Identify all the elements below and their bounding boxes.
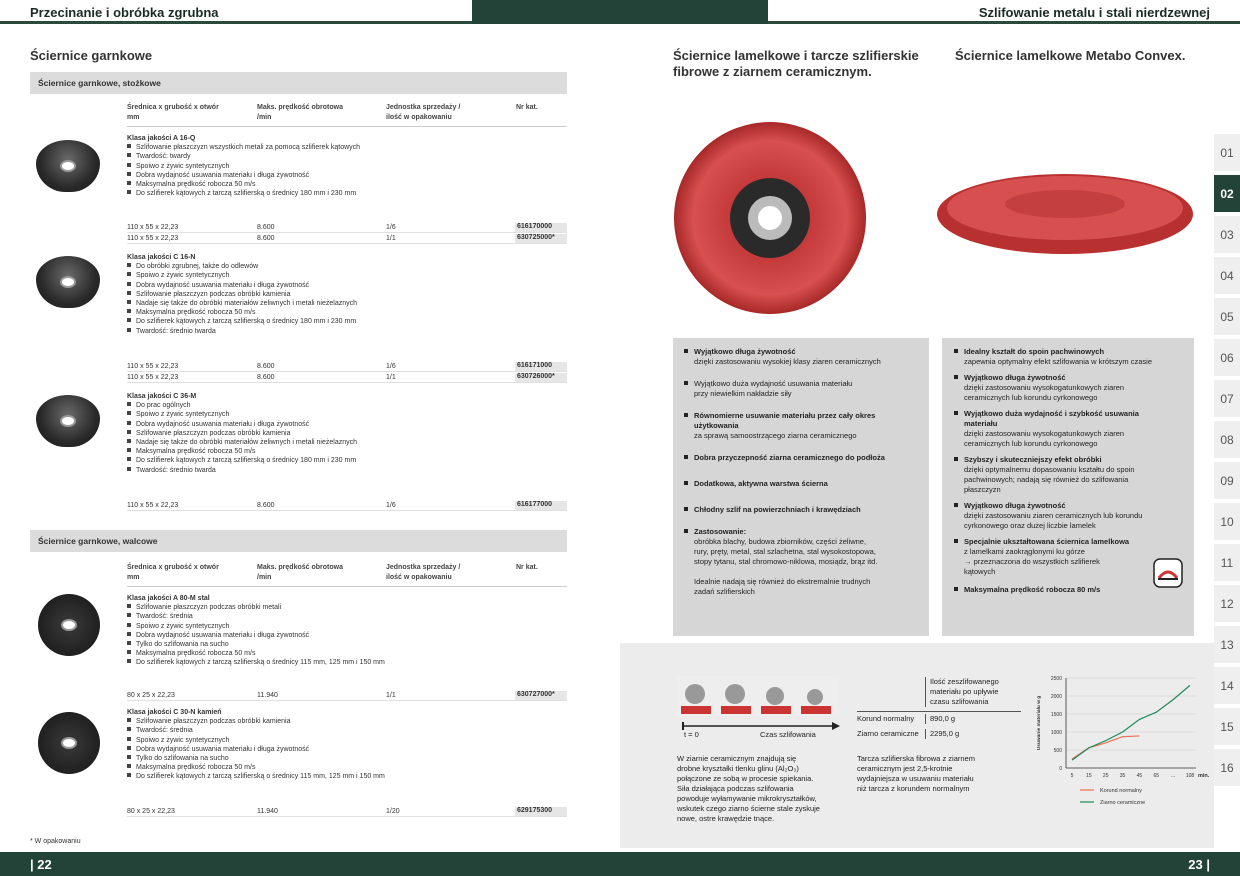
page-number-right: 23 |	[1188, 857, 1210, 872]
flap-disc-image	[674, 122, 866, 314]
y-tick-label: 1500	[1051, 712, 1062, 718]
x-tick-label: 35	[1120, 773, 1126, 779]
col-header-catalog: Nr kat.	[516, 564, 538, 571]
left-page-title: Ściernice garnkowe	[30, 48, 153, 63]
table-row: 110 x 55 x 22,23 8.600 1/6 616177000	[127, 501, 567, 511]
col-header-speed: Maks. prędkość obrotowa/min	[257, 104, 343, 121]
table-row-value: 890,0 g	[925, 714, 955, 724]
table-row-label: Korund normalny	[857, 714, 915, 723]
col-header-unit: Jednostka sprzedaży / ilość w opakowaniu	[386, 104, 461, 121]
col-header-unit: Jednostka sprzedaży / ilość w opakowaniu	[386, 564, 461, 581]
tab-01[interactable]: 01	[1214, 134, 1240, 172]
y-tick-label: 1000	[1051, 730, 1062, 736]
footnote: * W opakowaniu	[30, 838, 81, 845]
section-band-cylindrical: Ściernice garnkowe, walcowe	[30, 530, 567, 552]
col-header-dimension: Średnica x grubość x otwór mm	[127, 564, 219, 581]
comparison-description: Tarcza szlifierska fibrowa z ziarnem cera…	[857, 754, 975, 793]
tab-11[interactable]: 11	[1214, 544, 1240, 582]
y-axis-label: Usuwanie materiału w g	[1036, 696, 1042, 750]
table-row: 80 x 25 x 22,23 11.940 1/1 630727000*	[127, 691, 567, 701]
header-right-title: Szlifowanie metalu i stali nierdzewnej	[978, 5, 1210, 20]
tab-09[interactable]: 09	[1214, 462, 1240, 500]
removal-line-chart: 0 500 1000 1500 2000 2500 5 15 25 35 45 65... 108 min…	[1036, 676, 1210, 806]
tab-13[interactable]: 13	[1214, 626, 1240, 664]
cup-wheel-image	[38, 594, 100, 656]
product-block: Klasa jakości C 36-M Do prac ogólnych Sp…	[127, 392, 567, 475]
tab-06[interactable]: 06	[1214, 339, 1240, 377]
x-tick-label: 15	[1086, 773, 1092, 779]
tab-16[interactable]: 16	[1214, 749, 1240, 787]
cup-wheel-image	[38, 712, 100, 774]
series-line-ceramic	[1071, 684, 1191, 761]
divider	[857, 711, 1021, 712]
timeline-end-label: Czas szlifowania	[760, 730, 816, 739]
cup-wheel-image	[36, 395, 100, 447]
col-header-dimension: Średnica x grubość x otwór mm	[127, 104, 219, 121]
right-section-title: Ściernice lamelkowe Metabo Convex.	[955, 48, 1186, 63]
product-block: Klasa jakości A 16-Q Szlifowanie płaszcz…	[127, 134, 567, 198]
feature-list: Wyjątkowo długa żywotność dzięki zastoso…	[684, 347, 922, 597]
product-block: Klasa jakości A 80-M stal Szlifowanie pł…	[127, 594, 567, 668]
timeline-start-label: t = 0	[684, 730, 699, 739]
product-block: Klasa jakości C 30-N kamień Szlifowanie …	[127, 708, 567, 782]
tab-08[interactable]: 08	[1214, 421, 1240, 459]
y-tick-label: 500	[1054, 748, 1063, 754]
y-tick-label: 0	[1059, 766, 1062, 772]
table-row-label: Ziarno ceramiczne	[857, 729, 919, 738]
section-band-conical: Ściernice garnkowe, stożkowe	[30, 72, 567, 94]
page-number-left: | 22	[30, 857, 52, 872]
table-row: 110 x 55 x 22,23 8.600 1/1 630725000*	[127, 234, 567, 244]
mid-section-title: Ściernice lamelkowe i tarcze szlifierski…	[673, 48, 919, 79]
cup-wheel-image	[36, 140, 100, 192]
convex-profile-icon	[1153, 558, 1183, 588]
x-tick-label: 65	[1154, 773, 1160, 779]
tab-14[interactable]: 14	[1214, 667, 1240, 705]
convex-disc-image	[937, 174, 1193, 254]
grain-diagram	[677, 676, 839, 716]
divider	[127, 126, 567, 127]
legend-label: Ziarno ceramiczne	[1100, 800, 1145, 806]
table-row: 110 x 55 x 22,23 8.600 1/1 630726000*	[127, 373, 567, 383]
col-header-catalog: Nr kat.	[516, 104, 538, 111]
y-tick-label: 2000	[1051, 694, 1062, 700]
divider	[127, 586, 567, 587]
legend-label: Korund normalny	[1100, 788, 1142, 794]
footer-bar: | 22 23 |	[0, 852, 1240, 876]
table-row: 80 x 25 x 22,23 11.940 1/20 629175300	[127, 807, 567, 817]
tab-12[interactable]: 12	[1214, 585, 1240, 623]
table-row: 110 x 55 x 22,23 8.600 1/6 616170000	[127, 223, 567, 233]
header-left-title: Przecinanie i obróbka zgrubna	[30, 5, 219, 20]
tab-05[interactable]: 05	[1214, 298, 1240, 336]
x-tick-label: 108	[1186, 773, 1195, 779]
chapter-tabs: 01 02 03 04 05 06 07 08 09 10 11 12 13 14 15 16	[1214, 134, 1240, 787]
ceramic-grain-description: W ziarnie ceramicznym znajdują się drobne…	[677, 754, 820, 823]
product-block: Klasa jakości C 16-N Do obróbki zgrubnej…	[127, 253, 567, 336]
tab-10[interactable]: 10	[1214, 503, 1240, 541]
tab-04[interactable]: 04	[1214, 257, 1240, 295]
comparison-table-header: Ilość zeszlifowanego materiału po upływie…	[925, 677, 1021, 707]
x-tick-label: 5	[1071, 773, 1074, 779]
x-axis-label: min.	[1198, 773, 1210, 779]
table-row-value: 2295,0 g	[925, 729, 959, 739]
col-header-speed: Maks. prędkość obrotowa/min	[257, 564, 343, 581]
table-row: 110 x 55 x 22,23 8.600 1/6 616171000	[127, 362, 567, 372]
x-tick-label: ...	[1171, 773, 1175, 779]
header-mid-bar	[472, 0, 768, 24]
y-tick-label: 2500	[1051, 676, 1062, 682]
tab-02[interactable]: 02	[1214, 175, 1240, 213]
x-tick-label: 45	[1137, 773, 1143, 779]
tab-03[interactable]: 03	[1214, 216, 1240, 254]
tab-07[interactable]: 07	[1214, 380, 1240, 418]
x-tick-label: 25	[1103, 773, 1109, 779]
series-line-corundum	[1071, 735, 1140, 760]
tab-15[interactable]: 15	[1214, 708, 1240, 746]
cup-wheel-image	[36, 256, 100, 308]
